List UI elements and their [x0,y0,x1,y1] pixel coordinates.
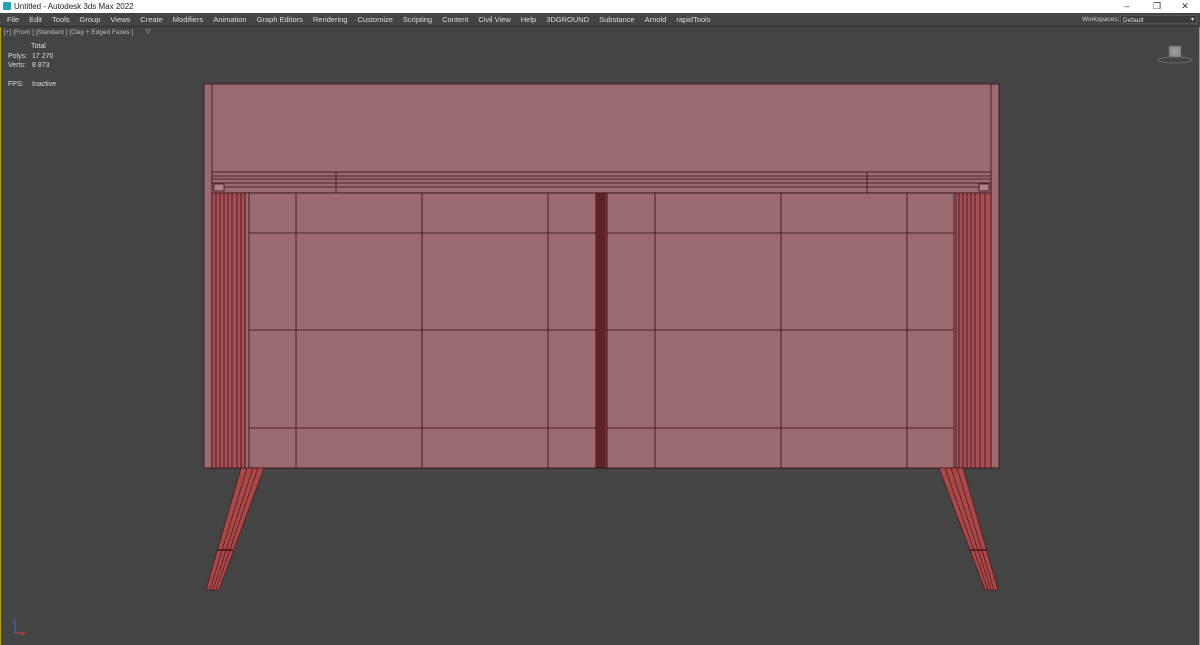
menu-bar: File Edit Tools Group Views Create Modifiers An… [0,13,1200,27]
center-divider [595,192,608,469]
left-leg [205,467,265,591]
menu-item-animation[interactable]: Animation [208,13,251,26]
menu-item-substance[interactable]: Substance [594,13,639,26]
restore-button[interactable]: ❐ [1142,0,1172,13]
dresser-model[interactable] [1,27,1199,645]
menu-item-rapidtools[interactable]: rapidTools [671,13,715,26]
chevron-down-icon: ▾ [1190,17,1194,23]
close-button[interactable]: ✕ [1170,0,1200,13]
menu-item-content[interactable]: Content [437,13,473,26]
menu-item-scripting[interactable]: Scripting [398,13,437,26]
menu-item-help[interactable]: Help [516,13,541,26]
workspaces-label: Workspaces: [1082,16,1120,23]
menu-list: File Edit Tools Group Views Create Modifiers An… [2,13,715,26]
menu-item-graph-editors[interactable]: Graph Editors [252,13,308,26]
axis-gizmo-icon: z x [12,618,25,637]
menu-item-file[interactable]: File [2,13,24,26]
right-leg [938,467,999,591]
app-icon [3,2,11,10]
menu-item-rendering[interactable]: Rendering [308,13,353,26]
minimize-button[interactable]: – [1112,0,1142,13]
menu-item-views[interactable]: Views [105,13,135,26]
menu-item-customize[interactable]: Customize [352,13,397,26]
menu-item-3dground[interactable]: 3DGROUND [541,13,594,26]
menu-item-modifiers[interactable]: Modifiers [168,13,208,26]
workspace-value: Default [1123,17,1144,24]
menu-item-civil-view[interactable]: Civil View [473,13,515,26]
menu-item-create[interactable]: Create [135,13,168,26]
workspaces-dropdown[interactable]: Default ▾ [1120,15,1197,24]
menu-item-edit[interactable]: Edit [24,13,47,26]
title-bar: Untitled - Autodesk 3ds Max 2022 – ❐ ✕ [0,0,1200,13]
menu-item-group[interactable]: Group [75,13,106,26]
front-viewport[interactable]: [+] [Front ] [Standard ] [Clay + Edged F… [0,27,1200,645]
menu-item-tools[interactable]: Tools [47,13,75,26]
menu-item-arnold[interactable]: Arnold [640,13,672,26]
left-door [248,192,597,469]
right-door [606,192,955,469]
window-title: Untitled - Autodesk 3ds Max 2022 [14,2,134,11]
